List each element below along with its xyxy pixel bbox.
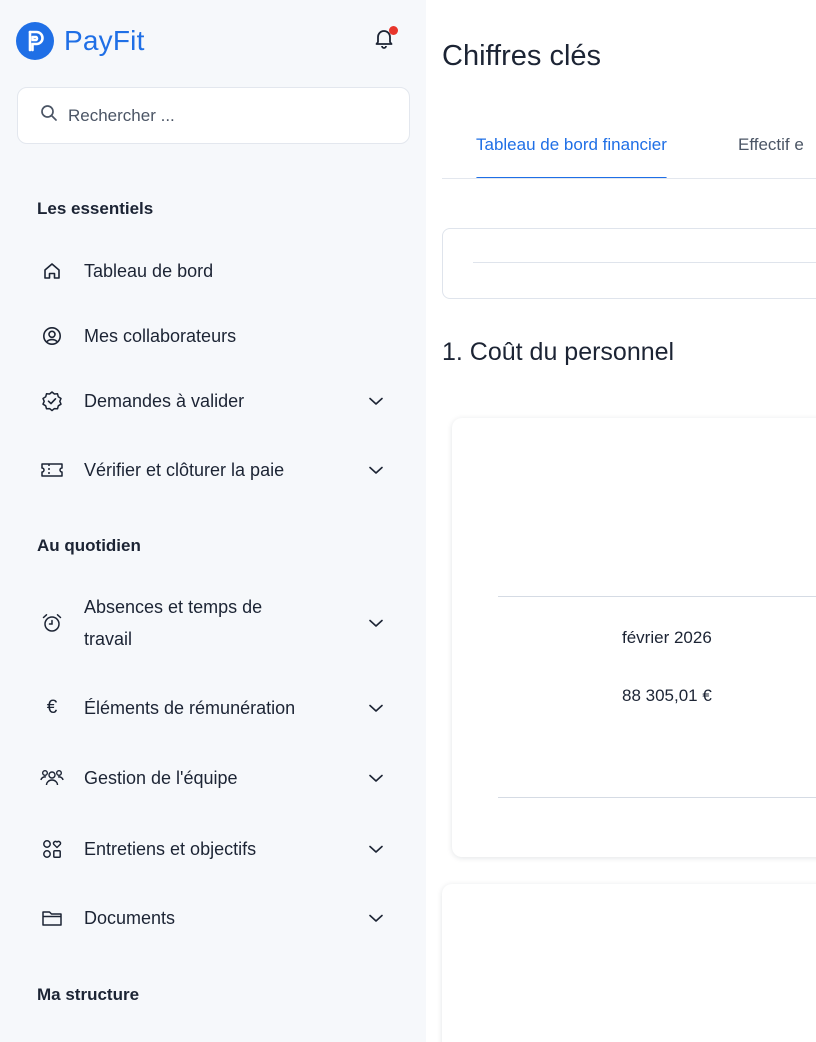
filter-panel[interactable]: [442, 228, 816, 299]
page-title: Chiffres clés: [442, 40, 602, 72]
notification-dot: [389, 26, 398, 35]
brand-name: PayFit: [64, 25, 145, 56]
cost-amount: 88 305,01 €: [622, 686, 712, 705]
payfit-logo-icon: [16, 22, 54, 60]
divider: [498, 797, 816, 798]
tab-headcount[interactable]: Effectif e: [738, 132, 804, 178]
sidebar-item-label: Vérifier et clôturer la paie: [84, 460, 285, 480]
divider: [473, 262, 816, 263]
sidebar-item-label: Documents: [84, 908, 176, 928]
tab-financial-dashboard[interactable]: Tableau de bord financier: [476, 132, 667, 178]
sidebar-item-label: Demandes à valider: [84, 391, 245, 411]
sidebar-item-team[interactable]: Gestion de l'équipe: [30, 762, 400, 794]
chevron-down-icon[interactable]: [366, 391, 386, 411]
sidebar-item-requests[interactable]: Demandes à valider: [30, 385, 400, 417]
brand[interactable]: PayFit: [16, 22, 145, 60]
euro-icon: €: [46, 697, 58, 718]
sidebar-item-dashboard[interactable]: Tableau de bord: [30, 255, 400, 287]
period-label: février 2026: [622, 628, 712, 647]
search-input[interactable]: [68, 105, 388, 126]
sidebar-item-label: Mes collaborateurs: [84, 326, 237, 346]
search-box[interactable]: [17, 87, 410, 144]
secondary-card: [442, 884, 816, 1042]
divider: [498, 596, 816, 597]
team-icon: [40, 766, 64, 790]
sidebar-item-absences[interactable]: Absences et temps de travail: [30, 591, 400, 655]
chevron-down-icon[interactable]: [366, 768, 386, 788]
sidebar-item-remuneration[interactable]: € Éléments de rémunération: [30, 692, 400, 724]
user-circle-icon: [40, 324, 64, 348]
tab-bar: Tableau de bord financier Effectif e: [442, 132, 816, 179]
sidebar-item-payroll[interactable]: Vérifier et clôturer la paie: [30, 454, 400, 486]
sidebar-item-reviews[interactable]: Entretiens et objectifs: [30, 833, 400, 865]
sidebar-item-collaborators[interactable]: Mes collaborateurs: [30, 320, 400, 352]
personnel-cost-card: février 2026 88 305,01 €: [452, 418, 816, 857]
shapes-icon: [40, 837, 64, 861]
sidebar-item-documents[interactable]: Documents: [30, 902, 400, 934]
chevron-down-icon[interactable]: [366, 839, 386, 859]
chevron-down-icon[interactable]: [366, 698, 386, 718]
chevron-down-icon[interactable]: [366, 613, 386, 633]
sidebar-item-label: Tableau de bord: [84, 261, 214, 281]
sidebar: PayFit Les essentiels Tableau de bord Me…: [0, 0, 426, 1042]
chevron-down-icon[interactable]: [366, 460, 386, 480]
alarm-clock-icon: [40, 611, 64, 635]
ticket-icon: [40, 458, 64, 482]
folder-icon: [40, 906, 64, 930]
section-title-essentials: Les essentiels: [37, 199, 154, 218]
main-content: Chiffres clés Tableau de bord financier …: [426, 0, 816, 1042]
search-icon: [40, 104, 58, 127]
sidebar-item-label: Absences et temps de travail: [84, 591, 262, 655]
home-icon: [40, 259, 64, 283]
notification-bell-icon[interactable]: [372, 26, 398, 52]
section-title-daily: Au quotidien: [37, 536, 141, 555]
section-heading: 1. Coût du personnel: [442, 338, 675, 366]
badge-check-icon: [40, 389, 64, 413]
sidebar-item-label: Gestion de l'équipe: [84, 768, 238, 788]
sidebar-item-label: Éléments de rémunération: [84, 698, 296, 718]
section-title-structure: Ma structure: [37, 985, 140, 1004]
sidebar-item-label-line1: Absences et temps de: [84, 597, 263, 617]
sidebar-item-label-line2: travail: [84, 629, 133, 649]
chevron-down-icon[interactable]: [366, 908, 386, 928]
sidebar-item-label: Entretiens et objectifs: [84, 839, 257, 859]
